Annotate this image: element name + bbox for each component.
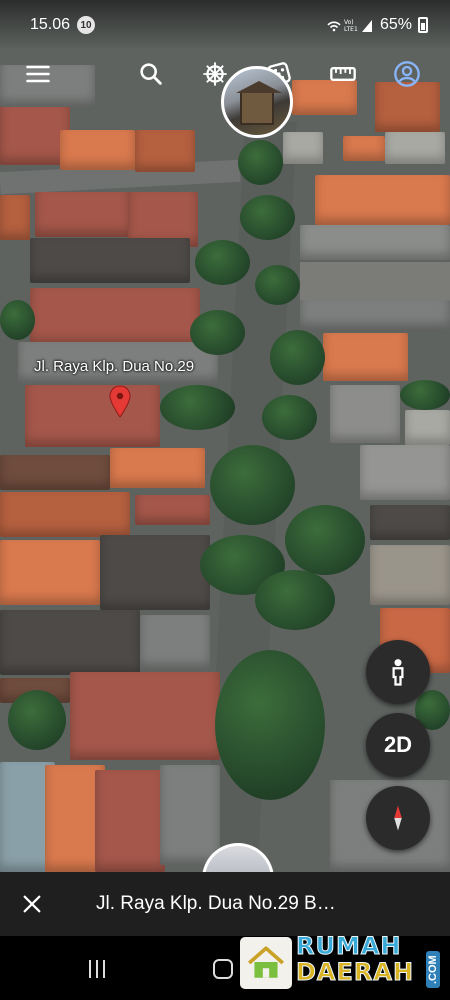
photo-house — [236, 81, 282, 125]
watermark-logo: RUMAH DAERAH .COM — [240, 930, 445, 992]
close-button[interactable] — [0, 872, 64, 936]
rooftop — [30, 238, 190, 283]
rooftop — [0, 540, 100, 605]
rooftop — [95, 770, 165, 872]
rooftop — [0, 492, 130, 537]
rooftop — [110, 448, 205, 488]
tree — [190, 310, 245, 355]
rooftop — [0, 195, 30, 240]
tree — [270, 330, 325, 385]
signal-icon: Vo) LTE1 — [327, 19, 372, 33]
svg-text:LTE1: LTE1 — [344, 26, 358, 33]
rooftop — [360, 445, 450, 500]
tree — [255, 265, 300, 305]
status-indicators: Vo) LTE1 65% — [326, 16, 428, 34]
rooftop — [160, 765, 220, 865]
battery-icon — [418, 17, 428, 33]
watermark-text-rumah: RUMAH — [296, 932, 402, 961]
rooftop — [30, 288, 200, 346]
ruler-icon — [330, 67, 356, 81]
tree — [210, 445, 295, 525]
rooftop — [25, 385, 160, 447]
recent-apps-icon — [89, 960, 105, 978]
measure-button[interactable] — [325, 56, 361, 92]
watermark-house-icon — [240, 937, 292, 989]
location-pin-icon[interactable] — [108, 385, 132, 419]
tree — [400, 380, 450, 410]
rooftop — [300, 225, 450, 260]
search-button[interactable] — [133, 56, 169, 92]
rooftop — [70, 672, 220, 760]
rooftop — [283, 132, 323, 164]
rooftop — [300, 300, 450, 330]
compass-icon — [394, 805, 402, 831]
home-icon — [213, 959, 233, 979]
battery-percent: 65% — [379, 16, 412, 33]
rooftop — [0, 455, 110, 490]
rooftop — [370, 505, 450, 540]
tree — [8, 690, 66, 750]
view-mode-button[interactable]: 2D — [366, 713, 430, 777]
notification-badge: 10 — [77, 16, 96, 34]
pegman-icon — [392, 659, 404, 686]
photo-thumbnail[interactable] — [221, 66, 293, 138]
rooftop — [343, 136, 385, 161]
svg-text:Vo): Vo) — [344, 19, 354, 26]
rooftop — [370, 545, 450, 605]
info-title[interactable]: Jl. Raya Klp. Dua No.29 B… — [96, 893, 346, 915]
tree — [240, 195, 295, 240]
account-button[interactable] — [389, 56, 425, 92]
rooftop — [315, 175, 450, 225]
close-icon — [23, 895, 41, 913]
tree — [0, 300, 35, 340]
hamburger-menu-icon — [26, 65, 50, 83]
tree — [262, 395, 317, 440]
rooftop — [135, 130, 195, 172]
rooftop — [35, 192, 130, 237]
account-circle-icon — [394, 61, 420, 87]
status-bar: 15.06 10 Vo) LTE1 65% — [0, 0, 450, 50]
info-bar[interactable]: Jl. Raya Klp. Dua No.29 B… — [0, 872, 450, 936]
rooftop — [405, 410, 450, 445]
street-view-button[interactable] — [366, 640, 430, 704]
rooftop — [140, 615, 210, 670]
home-button[interactable] — [203, 954, 243, 984]
rooftop — [100, 535, 210, 610]
rooftop — [0, 610, 140, 675]
rooftop — [135, 495, 210, 525]
tree — [160, 385, 235, 430]
watermark-text-daerah: DAERAH — [295, 958, 415, 987]
tree — [215, 650, 325, 800]
rooftop — [323, 333, 408, 381]
search-icon — [140, 63, 162, 85]
place-label[interactable]: Jl. Raya Klp. Dua No.29 — [34, 358, 194, 375]
compass-button[interactable] — [366, 786, 430, 850]
tree — [238, 140, 283, 185]
recent-apps-button[interactable] — [77, 954, 117, 984]
rooftop — [385, 132, 445, 164]
status-time: 15.06 — [30, 16, 71, 33]
menu-button[interactable] — [20, 56, 56, 92]
rooftop — [330, 385, 400, 443]
rooftop — [60, 130, 135, 170]
tree — [285, 505, 365, 575]
tree — [195, 240, 250, 285]
tree — [255, 570, 335, 630]
parking-lot — [300, 262, 450, 302]
watermark-text-com: .COM — [426, 951, 440, 988]
